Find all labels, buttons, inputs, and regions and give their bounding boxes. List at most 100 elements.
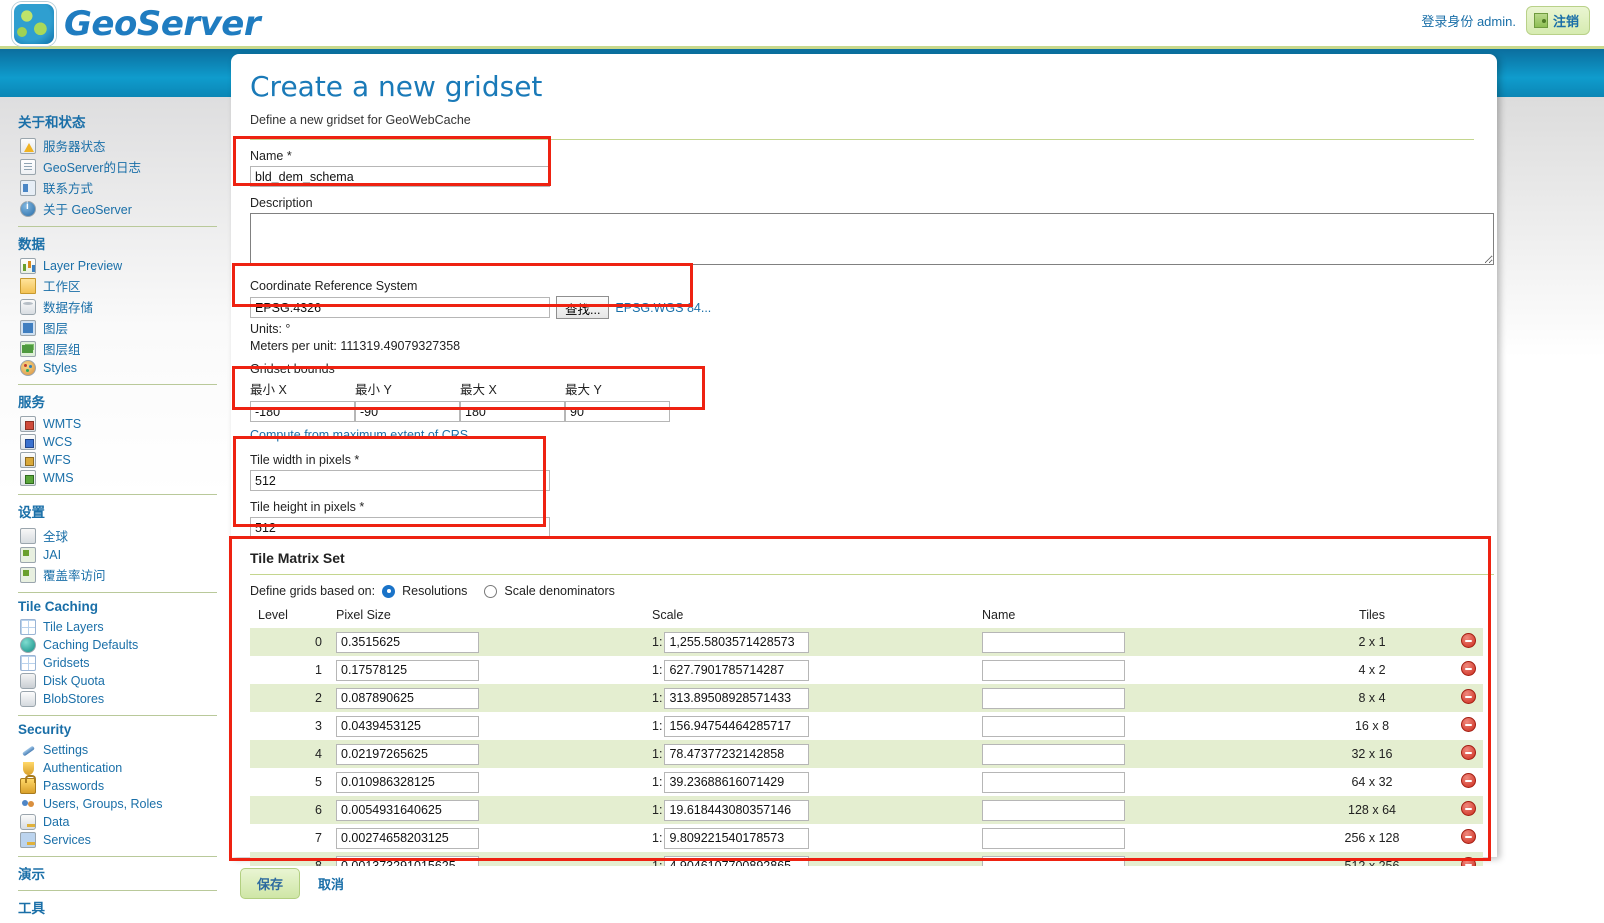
bounds-input-0[interactable] [250, 401, 355, 422]
bounds-input-1[interactable] [355, 401, 460, 422]
scale-input[interactable] [664, 687, 810, 709]
sidebar-item-blobstores[interactable]: BlobStores [18, 690, 231, 708]
pixel-size-input[interactable] [336, 743, 479, 765]
cell-actions [1442, 628, 1483, 656]
sidebar-item-geoserver[interactable]: 关于 GeoServer [18, 198, 231, 219]
level-name-input[interactable] [982, 855, 1125, 866]
sidebar-item-label: BlobStores [43, 692, 105, 706]
remove-level-icon[interactable] [1460, 829, 1476, 844]
scale-input[interactable] [664, 771, 810, 793]
sidebar-group-title: 设置 [18, 505, 45, 520]
cell-name [982, 740, 1302, 768]
sidebar-item-geoserver[interactable]: GeoServer的日志 [18, 156, 231, 177]
sidebar-item-[interactable]: 工作区 [18, 275, 231, 296]
pixel-size-input[interactable] [336, 855, 479, 866]
scale-prefix: 1: [652, 859, 663, 866]
form-button-bar: 保存 取消 [240, 868, 344, 899]
sidebar-item-[interactable]: 服务器状态 [18, 135, 231, 156]
sidebar-item-[interactable]: 图层 [18, 317, 231, 338]
sidebar-item-styles[interactable]: Styles [18, 359, 231, 377]
sidebar-item-[interactable]: 覆盖率访问 [18, 564, 231, 585]
page-subtitle: Define a new gridset for GeoWebCache [250, 113, 471, 127]
cell-scale: 1: [652, 852, 982, 866]
radio-scale-denominators[interactable] [484, 584, 498, 598]
login-area: 登录身份 admin. 注销 [1421, 6, 1590, 35]
jai-icon [20, 547, 36, 563]
table-row: 2 1: 8 x 4 [250, 684, 1483, 712]
level-name-input[interactable] [982, 799, 1125, 821]
scale-input[interactable] [664, 799, 810, 821]
crs-resolved-link[interactable]: EPSG:WGS 84... [615, 301, 711, 315]
brand-logo[interactable]: GeoServer [12, 2, 261, 46]
sidebar-item-gridsets[interactable]: Gridsets [18, 654, 231, 672]
sidebar-item-users-groups-roles[interactable]: Users, Groups, Roles [18, 795, 231, 813]
level-name-input[interactable] [982, 659, 1125, 681]
tile-matrix-table-scroll[interactable]: Level Pixel Size Scale Name Tiles 0 1: 2 x… [250, 598, 1483, 866]
sidebar-item-[interactable]: 联系方式 [18, 177, 231, 198]
level-name-input[interactable] [982, 687, 1125, 709]
description-textarea[interactable] [250, 213, 1494, 265]
sidebar-item-wcs[interactable]: WCS [18, 433, 231, 451]
scale-input[interactable] [664, 631, 810, 653]
sidebar-item-wmts[interactable]: WMTS [18, 415, 231, 433]
remove-level-icon[interactable] [1460, 745, 1476, 760]
bounds-input-2[interactable] [460, 401, 565, 422]
pixel-size-input[interactable] [336, 631, 479, 653]
remove-level-icon[interactable] [1460, 801, 1476, 816]
crs-input[interactable] [250, 297, 550, 318]
sidebar-item-settings[interactable]: Settings [18, 741, 231, 759]
sidebar-item-jai[interactable]: JAI [18, 546, 231, 564]
level-name-input[interactable] [982, 631, 1125, 653]
scale-input[interactable] [664, 715, 810, 737]
tile-matrix-table: Level Pixel Size Scale Name Tiles 0 1: 2 x… [250, 605, 1483, 866]
pixel-size-input[interactable] [336, 659, 479, 681]
name-input[interactable] [250, 166, 550, 187]
tile-width-input[interactable] [250, 470, 550, 491]
sidebar-item-label: 图层 [43, 322, 69, 336]
remove-level-icon[interactable] [1460, 717, 1476, 732]
level-name-input[interactable] [982, 715, 1125, 737]
pixel-size-input[interactable] [336, 715, 479, 737]
sidebar-item-tile-layers[interactable]: Tile Layers [18, 618, 231, 636]
remove-level-icon[interactable] [1460, 689, 1476, 704]
pixel-size-input[interactable] [336, 827, 479, 849]
scale-input[interactable] [664, 855, 810, 866]
sidebar-item-wms[interactable]: WMS [18, 469, 231, 487]
sidebar-item-services[interactable]: Services [18, 831, 231, 849]
compute-extent-link[interactable]: Compute from maximum extent of CRS [250, 428, 468, 442]
crs-find-button[interactable]: 查找... [556, 296, 610, 319]
sidebar-item-data[interactable]: Data [18, 813, 231, 831]
sidebar-item-[interactable]: 图层组 [18, 338, 231, 359]
sidebar-item-layer-preview[interactable]: Layer Preview [18, 257, 231, 275]
remove-level-icon[interactable] [1460, 857, 1476, 866]
cancel-button[interactable]: 取消 [318, 874, 344, 893]
sidebar-item-authentication[interactable]: Authentication [18, 759, 231, 777]
pixel-size-input[interactable] [336, 687, 479, 709]
scale-input[interactable] [664, 659, 810, 681]
bounds-input-3[interactable] [565, 401, 670, 422]
logout-door-icon [1533, 13, 1548, 28]
sidebar-item-passwords[interactable]: Passwords [18, 775, 231, 795]
sidebar-item-[interactable]: 全球 [18, 525, 231, 546]
pixel-size-input[interactable] [336, 771, 479, 793]
cell-pixel-size [336, 712, 652, 740]
sidebar-item-wfs[interactable]: WFS [18, 451, 231, 469]
remove-level-icon[interactable] [1460, 633, 1476, 648]
sidebar-item-disk-quota[interactable]: Disk Quota [18, 672, 231, 690]
cell-actions [1442, 656, 1483, 684]
sidebar-item-[interactable]: 数据存储 [18, 296, 231, 317]
level-name-input[interactable] [982, 827, 1125, 849]
remove-level-icon[interactable] [1460, 661, 1476, 676]
level-name-input[interactable] [982, 771, 1125, 793]
scale-input[interactable] [664, 827, 810, 849]
pixel-size-input[interactable] [336, 799, 479, 821]
remove-level-icon[interactable] [1460, 773, 1476, 788]
logout-button[interactable]: 注销 [1525, 6, 1590, 35]
radio-resolutions[interactable] [382, 584, 396, 598]
tile-height-input[interactable] [250, 517, 550, 538]
save-button[interactable]: 保存 [240, 868, 301, 899]
sidebar-item-caching-defaults[interactable]: Caching Defaults [18, 636, 231, 654]
shield-icon [20, 760, 36, 776]
level-name-input[interactable] [982, 743, 1125, 765]
scale-input[interactable] [664, 743, 810, 765]
